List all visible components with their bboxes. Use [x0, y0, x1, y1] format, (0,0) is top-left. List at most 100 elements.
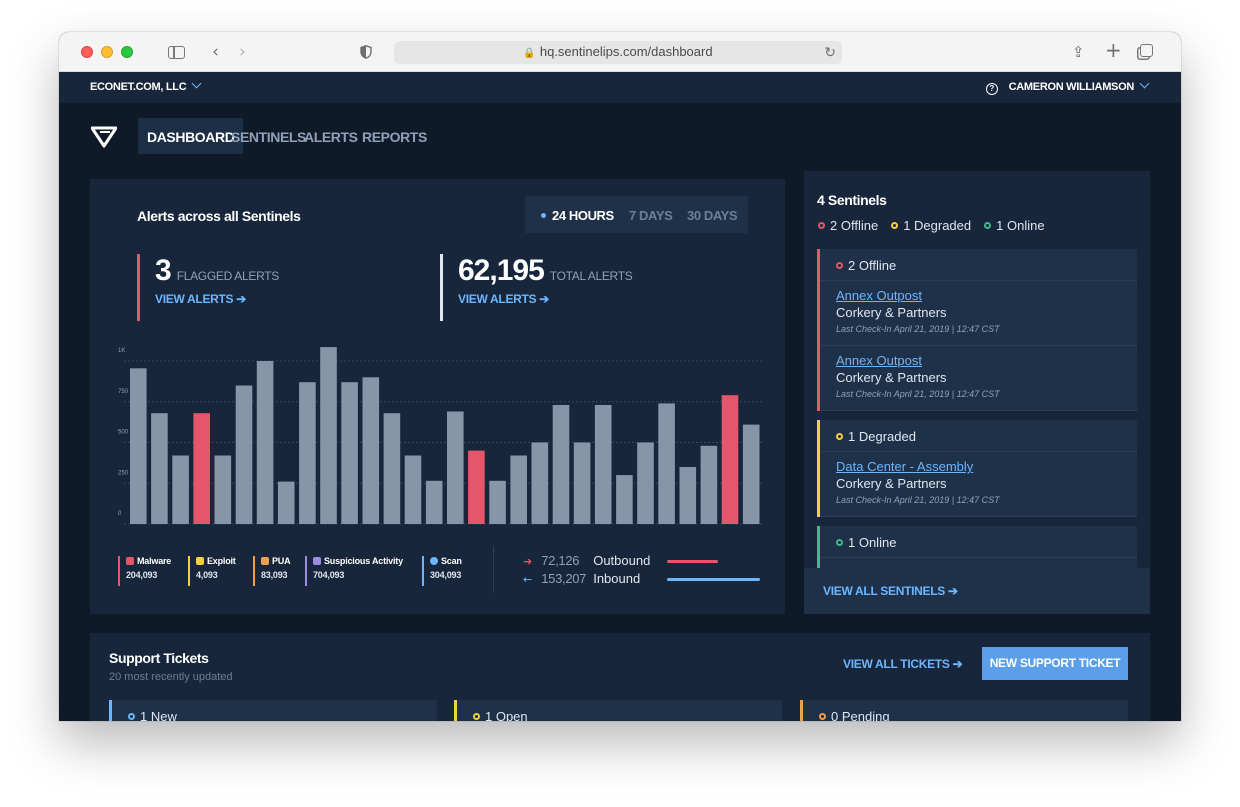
new-tab-icon[interactable]: + — [1105, 39, 1122, 61]
arrow-right-icon: ➔ — [523, 555, 533, 568]
traffic-value: 72,126 — [541, 553, 580, 568]
legend-item[interactable]: PUA 83,093 — [253, 556, 291, 586]
y-tick-label: 1K — [118, 348, 125, 354]
alert-bar[interactable] — [299, 382, 316, 524]
back-icon[interactable]: ‹ — [212, 41, 219, 63]
traffic-line — [667, 560, 718, 563]
total-label: TOTAL ALERTS — [549, 269, 633, 283]
flagged-bar[interactable] — [468, 450, 485, 524]
range-7-days[interactable]: 7 DAYS — [629, 208, 673, 223]
alert-bar[interactable] — [425, 480, 443, 524]
alert-bar[interactable] — [404, 455, 422, 525]
alert-bar[interactable] — [256, 361, 274, 524]
legend-name: PUA — [261, 556, 291, 566]
alert-bar[interactable] — [552, 405, 570, 524]
total-alerts-stat: 62,195 TOTAL ALERTS VIEW ALERTS ➔ — [440, 254, 633, 321]
view-all-tickets-link[interactable]: VIEW ALL TICKETS ➔ — [843, 657, 963, 671]
zoom-window-button[interactable] — [121, 46, 133, 58]
tab-overview-icon[interactable] — [1140, 44, 1153, 57]
legend-label: Scan — [441, 556, 462, 566]
alert-bar[interactable] — [447, 411, 464, 525]
close-window-button[interactable] — [81, 46, 93, 58]
alert-bar[interactable] — [383, 413, 401, 524]
sentinel-entry: Annex Outpost Corkery & Partners Last Chec… — [820, 281, 1137, 346]
nav-reports[interactable]: REPORTS — [353, 118, 436, 154]
alert-bar[interactable] — [320, 347, 337, 524]
view-flagged-alerts-link[interactable]: VIEW ALERTS ➔ — [155, 292, 279, 306]
legend-label: Suspicious Activity — [324, 556, 403, 566]
sentinel-name-link[interactable]: Data Center - Assembly — [836, 458, 1121, 475]
view-total-alerts-link[interactable]: VIEW ALERTS ➔ — [458, 292, 632, 306]
new-support-ticket-button[interactable]: NEW SUPPORT TICKET — [982, 647, 1128, 680]
legend-label: Exploit — [207, 556, 236, 566]
user-menu[interactable]: ? CAMERON WILLIAMSON — [985, 78, 1150, 95]
alert-bar[interactable] — [573, 442, 591, 525]
sentinel-group: 1 Degraded Data Center - Assembly Corkery … — [817, 420, 1137, 517]
alert-bar[interactable] — [341, 382, 358, 524]
alert-bar[interactable] — [637, 442, 654, 525]
traffic-value: 153,207 — [541, 571, 587, 586]
sentinels-title: 4 Sentinels — [817, 192, 887, 208]
reload-icon[interactable]: ↻ — [824, 42, 836, 64]
support-tickets-panel: Support Tickets 20 most recently updated… — [90, 633, 1150, 721]
alert-bar[interactable] — [362, 377, 380, 524]
spy-icon — [313, 557, 321, 565]
legend-item[interactable]: Malware 204,093 — [118, 556, 171, 586]
alert-bar[interactable] — [510, 455, 527, 525]
status-summary-item: 2 Offline — [818, 218, 878, 233]
legend-item[interactable]: Exploit 4,093 — [188, 556, 236, 586]
flagged-bar[interactable] — [193, 413, 210, 524]
alert-bar[interactable] — [700, 445, 718, 524]
alert-bar[interactable] — [172, 455, 189, 525]
sentinels-summary: 2 Offline 1 Degraded 1 Online — [818, 218, 1058, 233]
privacy-shield-icon[interactable] — [360, 45, 372, 59]
share-icon[interactable]: ⇪ — [1072, 41, 1085, 63]
legend-item[interactable]: Suspicious Activity 704,093 — [305, 556, 403, 586]
alert-bar[interactable] — [277, 481, 295, 524]
status-dot-icon — [984, 222, 992, 229]
fingerprint-icon — [430, 557, 438, 565]
help-icon[interactable]: ? — [985, 83, 998, 95]
alert-bar[interactable] — [658, 403, 675, 524]
legend-value: 204,093 — [126, 570, 158, 580]
sentinel-name-link[interactable]: Annex Outpost — [836, 352, 1121, 369]
alert-bar[interactable] — [214, 455, 232, 525]
alert-bar[interactable] — [489, 480, 506, 524]
sentinel-checkin: Last Check-In April 21, 2019 | 12:47 CST — [836, 495, 1000, 505]
view-all-sentinels-link[interactable]: VIEW ALL SENTINELS ➔ — [823, 584, 958, 598]
sentinel-org: Corkery & Partners — [836, 476, 947, 491]
sentinel-entry: Annex Outpost Corkery & Partners Last Chec… — [820, 346, 1137, 411]
legend-item[interactable]: Scan 304,093 — [422, 556, 462, 586]
status-dot-icon — [836, 539, 843, 546]
sentinel-org: Corkery & Partners — [836, 370, 947, 385]
sentinel-logo-icon[interactable] — [91, 126, 117, 148]
alert-bar[interactable] — [742, 424, 760, 524]
forward-icon[interactable]: › — [239, 41, 246, 63]
status-dot-icon — [891, 222, 899, 229]
alert-bar[interactable] — [235, 385, 253, 525]
legend-value: 304,093 — [430, 570, 462, 580]
alert-bar[interactable] — [151, 413, 168, 524]
sentinel-group-header: 1 Degraded — [820, 420, 1137, 452]
flagged-bar[interactable] — [721, 395, 739, 524]
flagged-count: 3 — [155, 254, 172, 287]
address-bar[interactable]: 🔒 hq.sentinelips.com/dashboard ↻ — [394, 41, 842, 64]
alerts-title: Alerts across all Sentinels — [137, 208, 301, 224]
alert-bar[interactable] — [594, 405, 612, 524]
flagged-alerts-stat: 3 FLAGGED ALERTS VIEW ALERTS ➔ — [137, 254, 279, 321]
alert-bar[interactable] — [679, 467, 697, 524]
sentinel-name-link[interactable]: Annex Outpost — [836, 287, 1121, 304]
alert-bar[interactable] — [616, 475, 633, 524]
org-switcher[interactable]: ECONET.COM, LLC — [90, 78, 202, 93]
range-24-hours[interactable]: 24 HOURS — [541, 208, 614, 223]
alert-bar[interactable] — [531, 442, 549, 525]
arrow-left-icon: ← — [523, 573, 533, 586]
ticket-column: 1 Open — [454, 700, 782, 721]
sidebar-toggle-icon[interactable] — [168, 46, 185, 59]
status-dot-icon — [128, 713, 135, 720]
range-30-days[interactable]: 30 DAYS — [687, 208, 738, 223]
ticket-column-label: 0 Pending — [831, 709, 890, 721]
alert-bar[interactable] — [130, 368, 147, 524]
y-tick-label: 250 — [118, 470, 129, 476]
minimize-window-button[interactable] — [101, 46, 113, 58]
